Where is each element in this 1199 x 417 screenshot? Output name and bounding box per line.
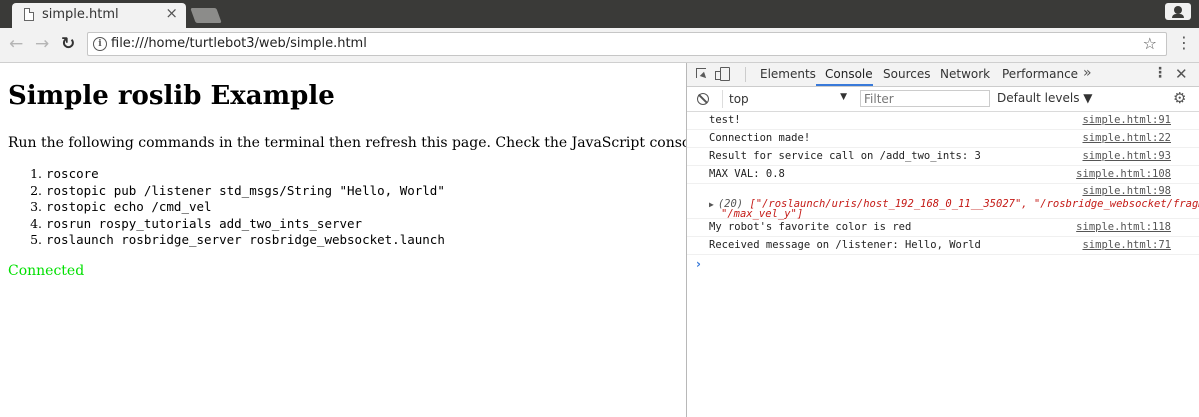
context-value: top xyxy=(729,92,749,106)
log-source-link[interactable]: simple.html:71 xyxy=(1082,239,1171,251)
log-entry-array: simple.html:98 ▶ (20) ["/roslaunch/uris/h… xyxy=(687,184,1199,219)
forward-icon[interactable]: → xyxy=(35,34,49,54)
log-message: My robot's favorite color is red xyxy=(709,221,912,233)
tab-console[interactable]: Console xyxy=(825,67,873,81)
device-toolbar-icon[interactable] xyxy=(715,67,730,81)
command-item: roslaunch rosbridge_server rosbridge_web… xyxy=(46,232,445,249)
url-text[interactable]: file:///home/turtlebot3/web/simple.html xyxy=(111,36,367,51)
new-tab-button[interactable] xyxy=(190,8,222,23)
browser-titlebar: simple.html × xyxy=(0,0,1199,28)
more-tabs-icon[interactable]: » xyxy=(1083,65,1092,81)
log-levels-dropdown[interactable]: Default levels ▼ xyxy=(997,91,1093,105)
inspect-icon[interactable] xyxy=(696,68,706,78)
tab-title: simple.html xyxy=(42,7,119,22)
tab-performance[interactable]: Performance xyxy=(1002,67,1078,81)
tab-sources[interactable]: Sources xyxy=(883,67,930,81)
command-item: rosrun rospy_tutorials add_two_ints_serv… xyxy=(46,216,445,233)
log-message: MAX VAL: 0.8 xyxy=(709,168,785,180)
command-item: rostopic pub /listener std_msgs/String "… xyxy=(46,183,445,200)
log-message: Connection made! xyxy=(709,132,811,144)
close-tab-icon[interactable]: × xyxy=(165,6,178,21)
log-source-link[interactable]: simple.html:98 xyxy=(1082,185,1171,197)
command-list: roscore rostopic pub /listener std_msgs/… xyxy=(0,166,445,249)
log-source-link[interactable]: simple.html:108 xyxy=(1076,168,1171,180)
log-message: test! xyxy=(709,114,741,126)
console-log: test! simple.html:91 Connection made! si… xyxy=(687,112,1199,273)
page-title: Simple roslib Example xyxy=(8,81,335,111)
close-devtools-icon[interactable]: ✕ xyxy=(1175,65,1188,83)
log-entry: Connection made! simple.html:22 xyxy=(687,130,1199,148)
context-select[interactable]: top ▼ xyxy=(722,90,851,108)
chevron-down-icon: ▼ xyxy=(840,92,847,102)
console-filter-input[interactable] xyxy=(860,90,990,107)
connection-status: Connected xyxy=(8,263,85,279)
log-entry: MAX VAL: 0.8 simple.html:108 xyxy=(687,166,1199,184)
log-entry: test! simple.html:91 xyxy=(687,112,1199,130)
star-icon[interactable]: ☆ xyxy=(1143,34,1157,53)
profile-button[interactable] xyxy=(1165,3,1191,20)
person-icon xyxy=(1174,6,1182,14)
tab-elements[interactable]: Elements xyxy=(760,67,816,81)
browser-tab[interactable]: simple.html × xyxy=(12,3,186,28)
tab-network[interactable]: Network xyxy=(940,67,990,81)
info-icon[interactable]: i xyxy=(93,37,107,51)
browser-menu-icon[interactable]: ⋮ xyxy=(1176,35,1192,51)
web-page: Simple roslib Example Run the following … xyxy=(0,63,811,417)
command-item: rostopic echo /cmd_vel xyxy=(46,199,445,216)
log-source-link[interactable]: simple.html:22 xyxy=(1082,132,1171,144)
log-source-link[interactable]: simple.html:93 xyxy=(1082,150,1171,162)
log-message: Result for service call on /add_two_ints… xyxy=(709,150,981,162)
command-item: roscore xyxy=(46,166,445,183)
devtools-panel: Elements Console Sources Network Perform… xyxy=(687,63,1199,417)
browser-toolbar: ← → ↻ i file:///home/turtlebot3/web/simp… xyxy=(0,28,1199,63)
clear-console-icon[interactable] xyxy=(697,93,709,105)
log-source-link[interactable]: simple.html:118 xyxy=(1076,221,1171,233)
document-icon xyxy=(24,8,34,21)
console-toolbar: top ▼ Default levels ▼ ⚙ xyxy=(687,87,1199,112)
reload-icon[interactable]: ↻ xyxy=(61,34,75,54)
log-entry: My robot's favorite color is red simple.… xyxy=(687,219,1199,237)
console-prompt[interactable]: › xyxy=(687,255,1199,273)
gear-icon[interactable]: ⚙ xyxy=(1173,89,1186,107)
back-icon[interactable]: ← xyxy=(9,34,23,54)
devtools-menu-icon[interactable]: ⋮ xyxy=(1153,65,1167,81)
address-bar[interactable]: i file:///home/turtlebot3/web/simple.htm… xyxy=(87,32,1167,56)
devtools-tabbar: Elements Console Sources Network Perform… xyxy=(687,63,1199,87)
prompt-caret-icon: › xyxy=(696,257,701,271)
array-preview-continued: "/max_vel_y"] xyxy=(721,208,804,220)
log-message: Received message on /listener: Hello, Wo… xyxy=(709,239,981,251)
log-entry: Result for service call on /add_two_ints… xyxy=(687,148,1199,166)
expand-arrow-icon[interactable]: ▶ xyxy=(709,200,714,209)
active-tab-indicator xyxy=(816,84,873,86)
log-entry: Received message on /listener: Hello, Wo… xyxy=(687,237,1199,255)
log-source-link[interactable]: simple.html:91 xyxy=(1082,114,1171,126)
